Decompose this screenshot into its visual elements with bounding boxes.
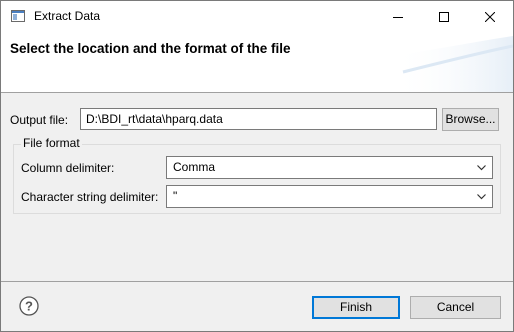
maximize-icon bbox=[439, 11, 449, 22]
wizard-header: Select the location and the format of th… bbox=[1, 32, 513, 92]
svg-text:?: ? bbox=[25, 299, 33, 314]
output-file-label: Output file: bbox=[10, 113, 69, 127]
chevron-down-icon bbox=[477, 165, 486, 171]
browse-button[interactable]: Browse... bbox=[442, 108, 499, 131]
file-format-group-label: File format bbox=[21, 136, 82, 150]
minimize-button[interactable] bbox=[375, 1, 421, 32]
header-title: Select the location and the format of th… bbox=[10, 41, 291, 56]
wizard-content: Output file: D:\BDI_rt\data\hparq.data B… bbox=[1, 93, 513, 281]
maximize-button[interactable] bbox=[421, 1, 467, 32]
close-icon bbox=[485, 11, 495, 22]
window-title: Extract Data bbox=[34, 9, 101, 23]
wizard-footer: ? Finish Cancel bbox=[1, 282, 513, 331]
string-delimiter-value: " bbox=[173, 189, 178, 203]
extract-data-dialog: Extract Data Select the location and the… bbox=[0, 0, 514, 332]
app-window-icon bbox=[11, 10, 25, 22]
output-file-field[interactable]: D:\BDI_rt\data\hparq.data bbox=[80, 108, 437, 130]
close-button[interactable] bbox=[467, 1, 513, 32]
minimize-icon bbox=[393, 16, 403, 18]
chevron-down-icon bbox=[477, 194, 486, 200]
string-delimiter-select[interactable]: " bbox=[166, 185, 493, 208]
column-delimiter-value: Comma bbox=[173, 160, 216, 174]
header-banner-graphic bbox=[393, 36, 513, 92]
column-delimiter-label: Column delimiter: bbox=[21, 161, 115, 175]
cancel-button[interactable]: Cancel bbox=[410, 296, 501, 319]
title-bar: Extract Data bbox=[1, 1, 513, 32]
finish-button[interactable]: Finish bbox=[312, 296, 400, 319]
help-icon[interactable]: ? bbox=[19, 296, 39, 316]
column-delimiter-select[interactable]: Comma bbox=[166, 156, 493, 179]
string-delimiter-label: Character string delimiter: bbox=[21, 190, 159, 204]
